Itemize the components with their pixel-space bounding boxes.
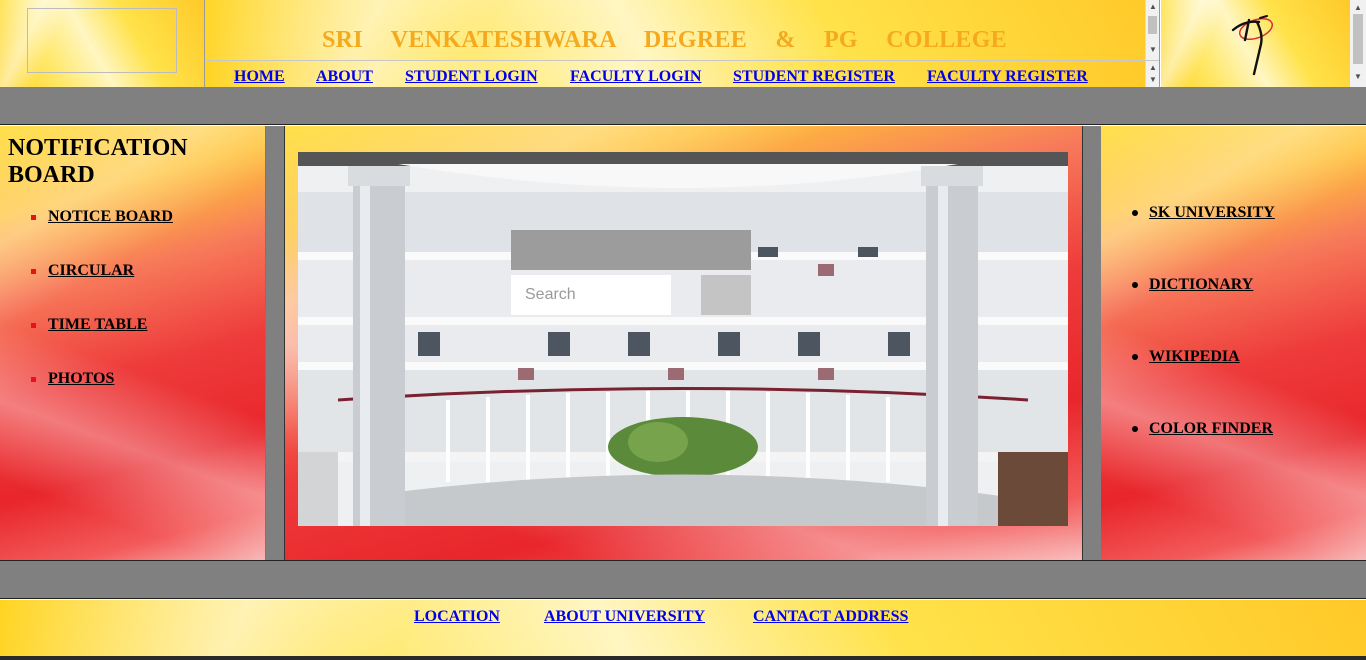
gray-band-top: [0, 87, 1366, 125]
link-sk-university[interactable]: SK UNIVERSITY: [1149, 204, 1275, 222]
nav-bar: HOME ABOUT STUDENT LOGIN FACULTY LOGIN S…: [205, 60, 1159, 87]
header: SRI VENKATESHWARA DEGREE & PG COLLEGE ▲ …: [0, 0, 1366, 87]
list-item: NOTICE BOARD: [31, 208, 173, 226]
list-item: WIKIPEDIA: [1132, 348, 1240, 366]
link-color-finder[interactable]: COLOR FINDER: [1149, 420, 1273, 438]
campus-photo: [298, 152, 1068, 526]
square-bullet-icon: [31, 214, 36, 220]
college-title: SRI VENKATESHWARA DEGREE & PG COLLEGE: [322, 27, 1007, 53]
link-photos[interactable]: PHOTOS: [48, 370, 114, 388]
list-item: PHOTOS: [31, 370, 114, 388]
center-panel: [285, 126, 1082, 560]
notification-panel: NOTIFICATION BOARD NOTICE BOARD CIRCULAR…: [0, 126, 266, 560]
gray-band-bottom: [0, 560, 1366, 599]
link-circular[interactable]: CIRCULAR: [48, 262, 134, 280]
center-gutter-right: [1082, 126, 1101, 560]
header-frame: SRI VENKATESHWARA DEGREE & PG COLLEGE ▲ …: [204, 0, 1160, 87]
footer-about-university[interactable]: ABOUT UNIVERSITY: [544, 608, 705, 626]
disc-bullet-icon: [1132, 210, 1138, 216]
search-input[interactable]: [511, 275, 671, 315]
disc-bullet-icon: [1132, 426, 1138, 432]
list-item: COLOR FINDER: [1132, 420, 1273, 438]
nav-scrollbar[interactable]: ▲ ▼: [1145, 61, 1159, 87]
list-item: SK UNIVERSITY: [1132, 204, 1275, 222]
footer-edge: [0, 656, 1366, 660]
disc-bullet-icon: [1132, 354, 1138, 360]
search-banner: [511, 230, 751, 270]
link-dictionary[interactable]: DICTIONARY: [1149, 276, 1253, 294]
notification-heading: NOTIFICATION BOARD: [8, 135, 188, 188]
nav-faculty-register[interactable]: FACULTY REGISTER: [927, 68, 1088, 86]
nav-home[interactable]: HOME: [234, 68, 285, 86]
logo-area: [0, 0, 205, 87]
footer: LOCATION ABOUT UNIVERSITY CANTACT ADDRES…: [0, 600, 1366, 660]
title-banner: SRI VENKATESHWARA DEGREE & PG COLLEGE ▲ …: [205, 0, 1159, 60]
list-item: DICTIONARY: [1132, 276, 1253, 294]
footer-location[interactable]: LOCATION: [414, 608, 500, 626]
link-wikipedia[interactable]: WIKIPEDIA: [1149, 348, 1240, 366]
square-bullet-icon: [31, 268, 36, 274]
title-scrollbar[interactable]: ▲ ▼: [1145, 0, 1159, 60]
disc-bullet-icon: [1132, 282, 1138, 288]
broken-image-icon: [27, 8, 177, 73]
square-bullet-icon: [31, 322, 36, 328]
nav-student-login[interactable]: STUDENT LOGIN: [405, 68, 538, 86]
page-scrollbar[interactable]: ▲ ▼: [1350, 0, 1366, 87]
nav-faculty-login[interactable]: FACULTY LOGIN: [570, 68, 701, 86]
link-notice-board[interactable]: NOTICE BOARD: [48, 208, 173, 226]
square-bullet-icon: [31, 376, 36, 382]
nav-about[interactable]: ABOUT: [316, 68, 373, 86]
signature-logo-icon: [1231, 15, 1274, 76]
center-gutter-left: [266, 126, 285, 560]
search-button[interactable]: [701, 275, 751, 315]
footer-contact-address[interactable]: CANTACT ADDRESS: [753, 608, 908, 626]
right-logo-area: [1161, 0, 1350, 87]
links-panel: SK UNIVERSITY DICTIONARY WIKIPEDIA COLOR…: [1101, 126, 1366, 560]
list-item: CIRCULAR: [31, 262, 134, 280]
link-time-table[interactable]: TIME TABLE: [48, 316, 147, 334]
nav-student-register[interactable]: STUDENT REGISTER: [733, 68, 895, 86]
list-item: TIME TABLE: [31, 316, 147, 334]
